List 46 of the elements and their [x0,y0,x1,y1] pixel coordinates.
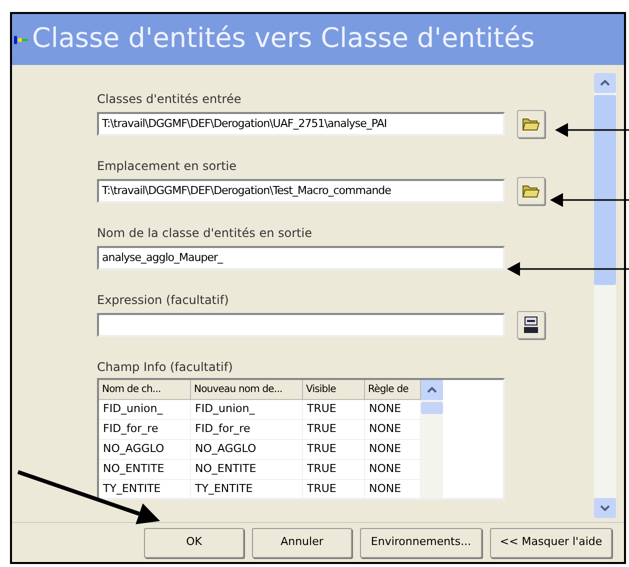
dialog-button[interactable]: Annuler [252,528,352,558]
table-cell: TRUE [303,420,365,440]
table-cell: NO_AGGLO [99,440,191,460]
field-label: Classes d'entités entrée [97,91,242,107]
scroll-thumb[interactable] [421,402,443,414]
input-field[interactable] [97,313,505,337]
column-header[interactable]: Nom de ch... [99,380,191,400]
input-field[interactable]: T:\travail\DGGMF\DEF\Derogation\Test_Macro_commande [97,179,505,203]
dialog-button[interactable]: OK [144,528,244,558]
table-cell: FID_for_re [191,420,303,440]
table-cell: FID_union_ [99,400,191,420]
dialog-button[interactable]: Environnements... [360,528,482,558]
folder-icon [522,116,540,132]
scroll-up-icon[interactable] [421,380,443,400]
table-cell: FID_for_re [99,420,191,440]
field-label: Expression (facultatif) [97,292,229,308]
field-label: Nom de la classe d'entités en sortie [97,225,312,241]
table-cell: TY_ENTITE [191,480,303,498]
field-label: Emplacement en sortie [97,158,237,174]
table-cell: FID_union_ [191,400,303,420]
column-header[interactable]: Nouveau nom de... [191,380,303,400]
input-field[interactable]: analyse_agglo_Mauper_ [97,246,505,270]
input-field[interactable]: T:\travail\DGGMF\DEF\Derogation\UAF_2751\analyse_PAI [97,112,505,136]
column-header[interactable]: Visible [303,380,365,400]
browse-button[interactable] [517,110,545,138]
sql-icon [523,316,539,334]
scroll-thumb[interactable] [594,95,616,285]
browse-button[interactable] [517,177,545,205]
table-cell: TRUE [303,460,365,480]
table-cell: TRUE [303,480,365,498]
table-cell: NO_ENTITE [99,460,191,480]
table-cell: NO_ENTITE [191,460,303,480]
scroll-up-icon[interactable] [594,73,616,93]
table-cell: TRUE [303,400,365,420]
table-cell: TY_ENTITE [99,480,191,498]
folder-icon [522,183,540,199]
scrollbar[interactable] [594,73,616,518]
window-title: Classe d'entités vers Classe d'entités [32,22,535,56]
dialog-button[interactable]: << Masquer l'aide [490,528,612,558]
column-header[interactable]: Règle de [365,380,421,400]
sql-button[interactable] [517,311,545,339]
table-label: Champ Info (facultatif) [97,359,233,375]
scroll-down-icon[interactable] [594,498,616,518]
table-cell: NO_AGGLO [191,440,303,460]
table-scrollbar[interactable] [421,380,443,498]
table-cell: TRUE [303,440,365,460]
